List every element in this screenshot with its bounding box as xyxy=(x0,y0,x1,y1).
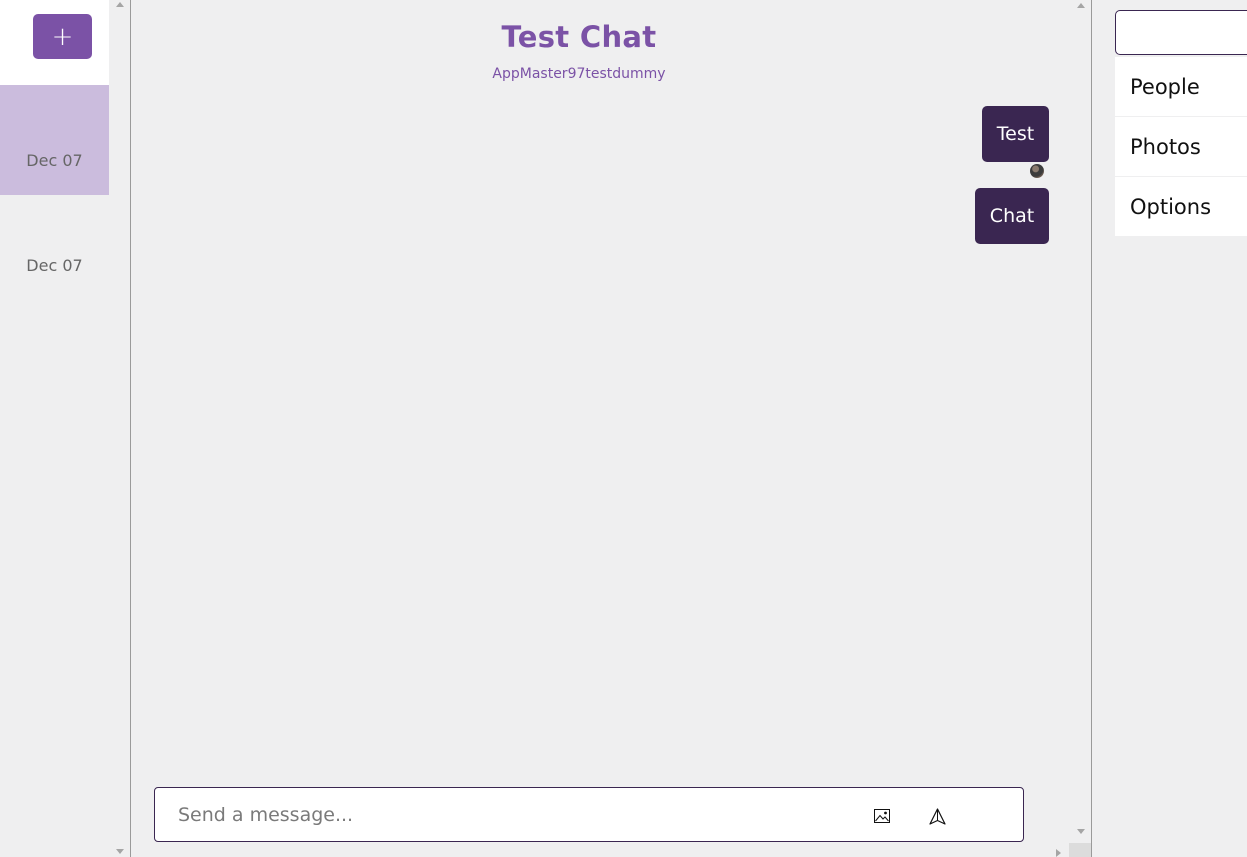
new-chat-area: + xyxy=(0,0,109,85)
plus-icon: + xyxy=(51,21,74,52)
scroll-down-arrow-icon[interactable] xyxy=(1077,829,1085,834)
sidebar-scrollbar[interactable] xyxy=(110,0,130,857)
scroll-right-arrow-icon[interactable] xyxy=(1056,849,1061,857)
chat-scrollbar[interactable] xyxy=(1071,0,1091,857)
chat-card-date: Dec 07 xyxy=(26,255,83,275)
message-text: Test xyxy=(996,123,1035,145)
scroll-down-arrow-icon[interactable] xyxy=(116,849,124,854)
chat-card-date: Dec 07 xyxy=(26,150,83,170)
tab-label: People xyxy=(1130,74,1200,99)
message-text: Chat xyxy=(989,205,1035,227)
scroll-up-arrow-icon[interactable] xyxy=(1077,3,1085,8)
avatar xyxy=(1030,164,1044,178)
chat-card-selected[interactable]: Dec 07 xyxy=(0,85,109,195)
scroll-up-arrow-icon[interactable] xyxy=(116,2,124,7)
image-upload-icon[interactable] xyxy=(874,809,890,823)
new-chat-button[interactable]: + xyxy=(33,14,92,59)
message-bubble: Test xyxy=(982,106,1049,162)
chat-settings-panel: People Photos Options xyxy=(1092,0,1247,857)
chat-members: AppMaster97testdummy xyxy=(492,66,666,82)
chat-feed: Test Chat AppMaster97testdummy Test Chat xyxy=(130,0,1092,857)
send-icon[interactable] xyxy=(929,808,946,825)
chat-title: Test Chat xyxy=(501,20,657,54)
message-bubble: Chat xyxy=(975,188,1049,244)
chat-card[interactable]: Dec 07 xyxy=(0,195,109,305)
tab-label: Options xyxy=(1130,194,1212,219)
tab-people[interactable]: People xyxy=(1115,57,1247,116)
message-composer xyxy=(154,787,1024,842)
message-input[interactable] xyxy=(178,800,838,830)
tab-photos[interactable]: Photos xyxy=(1115,117,1247,176)
chat-list-sidebar: + Dec 07 Dec 07 xyxy=(0,0,110,857)
tab-label: Photos xyxy=(1130,134,1201,159)
scrollbar-corner xyxy=(1069,843,1091,857)
tab-options[interactable]: Options xyxy=(1115,177,1247,236)
chat-title-input[interactable] xyxy=(1115,10,1247,55)
